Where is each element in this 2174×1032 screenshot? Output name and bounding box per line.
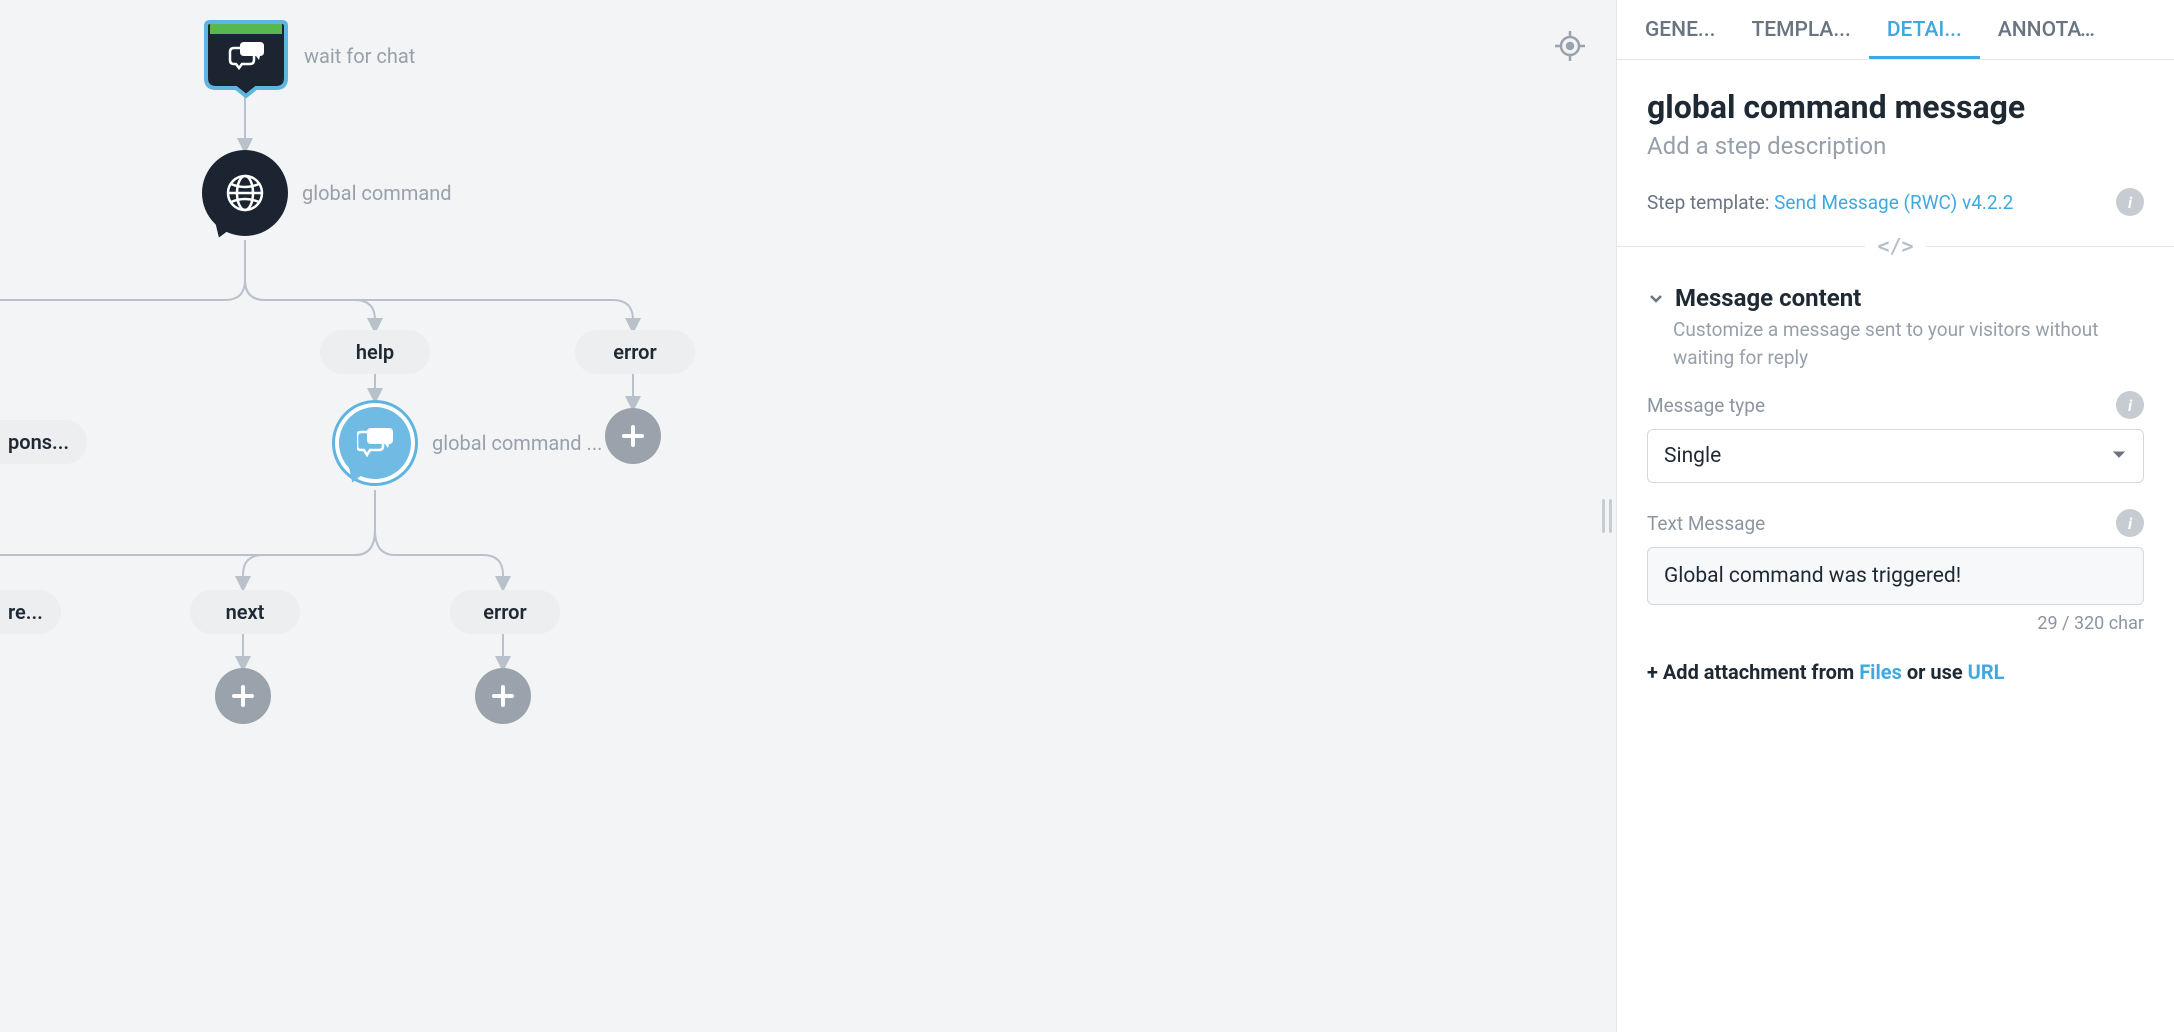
code-icon: </>	[1877, 234, 1913, 258]
step-title[interactable]: global command message	[1647, 88, 2144, 126]
message-type-label: Message type	[1647, 394, 1765, 417]
branch-error[interactable]: error	[575, 330, 695, 374]
section-message-content: Message content	[1675, 284, 1861, 312]
branch-next[interactable]: next	[190, 590, 300, 634]
flow-canvas[interactable]: wait for chat global command pons... re.…	[0, 0, 1616, 1032]
message-type-select[interactable]: Single	[1647, 429, 2144, 483]
add-step-button[interactable]	[605, 408, 661, 464]
node-label: global command	[302, 181, 452, 205]
node-wait-for-chat[interactable]: wait for chat	[202, 18, 415, 94]
text-message-label: Text Message	[1647, 512, 1765, 535]
message-icon	[339, 407, 411, 479]
tab-details[interactable]: DETAI...	[1869, 0, 1980, 59]
caret-down-icon	[2111, 444, 2127, 468]
branch-re[interactable]: re...	[0, 590, 61, 634]
branch-pons[interactable]: pons...	[0, 420, 87, 464]
chevron-down-icon[interactable]	[1647, 289, 1665, 307]
attach-files-link[interactable]: Files	[1859, 660, 1902, 684]
template-label: Step template:	[1647, 191, 1774, 214]
char-counter: 29 / 320 char	[1647, 613, 2144, 634]
branch-error-2[interactable]: error	[450, 590, 560, 634]
panel-resize-handle[interactable]	[1602, 499, 1612, 533]
add-step-button[interactable]	[215, 668, 271, 724]
tab-templates[interactable]: TEMPLA...	[1733, 0, 1868, 59]
inspector-panel: GENE... TEMPLA... DETAI... ANNOTATI... g…	[1616, 0, 2174, 1032]
info-icon[interactable]: i	[2116, 509, 2144, 537]
section-description: Customize a message sent to your visitor…	[1673, 316, 2144, 371]
node-label: global command ...	[432, 431, 602, 455]
attachment-row: + Add attachment from Files or use URL	[1647, 660, 2144, 684]
code-divider: </>	[1617, 234, 2174, 258]
globe-icon	[202, 150, 288, 236]
add-step-button[interactable]	[475, 668, 531, 724]
node-label: wait for chat	[304, 44, 415, 68]
step-description-input[interactable]: Add a step description	[1647, 132, 2144, 160]
info-icon[interactable]: i	[2116, 188, 2144, 216]
recenter-button[interactable]	[1552, 28, 1588, 64]
template-link[interactable]: Send Message (RWC) v4.2.2	[1774, 191, 2013, 214]
tab-annotations[interactable]: ANNOTATI...	[1980, 0, 2120, 59]
attach-url-link[interactable]: URL	[1968, 660, 2005, 684]
info-icon[interactable]: i	[2116, 391, 2144, 419]
panel-tabs: GENE... TEMPLA... DETAI... ANNOTATI...	[1617, 0, 2174, 60]
text-message-input[interactable]	[1647, 547, 2144, 605]
node-global-command-message[interactable]: global command ...	[332, 400, 602, 486]
node-global-command[interactable]: global command	[202, 150, 452, 236]
tab-general[interactable]: GENE...	[1627, 0, 1733, 59]
branch-help[interactable]: help	[320, 330, 430, 374]
